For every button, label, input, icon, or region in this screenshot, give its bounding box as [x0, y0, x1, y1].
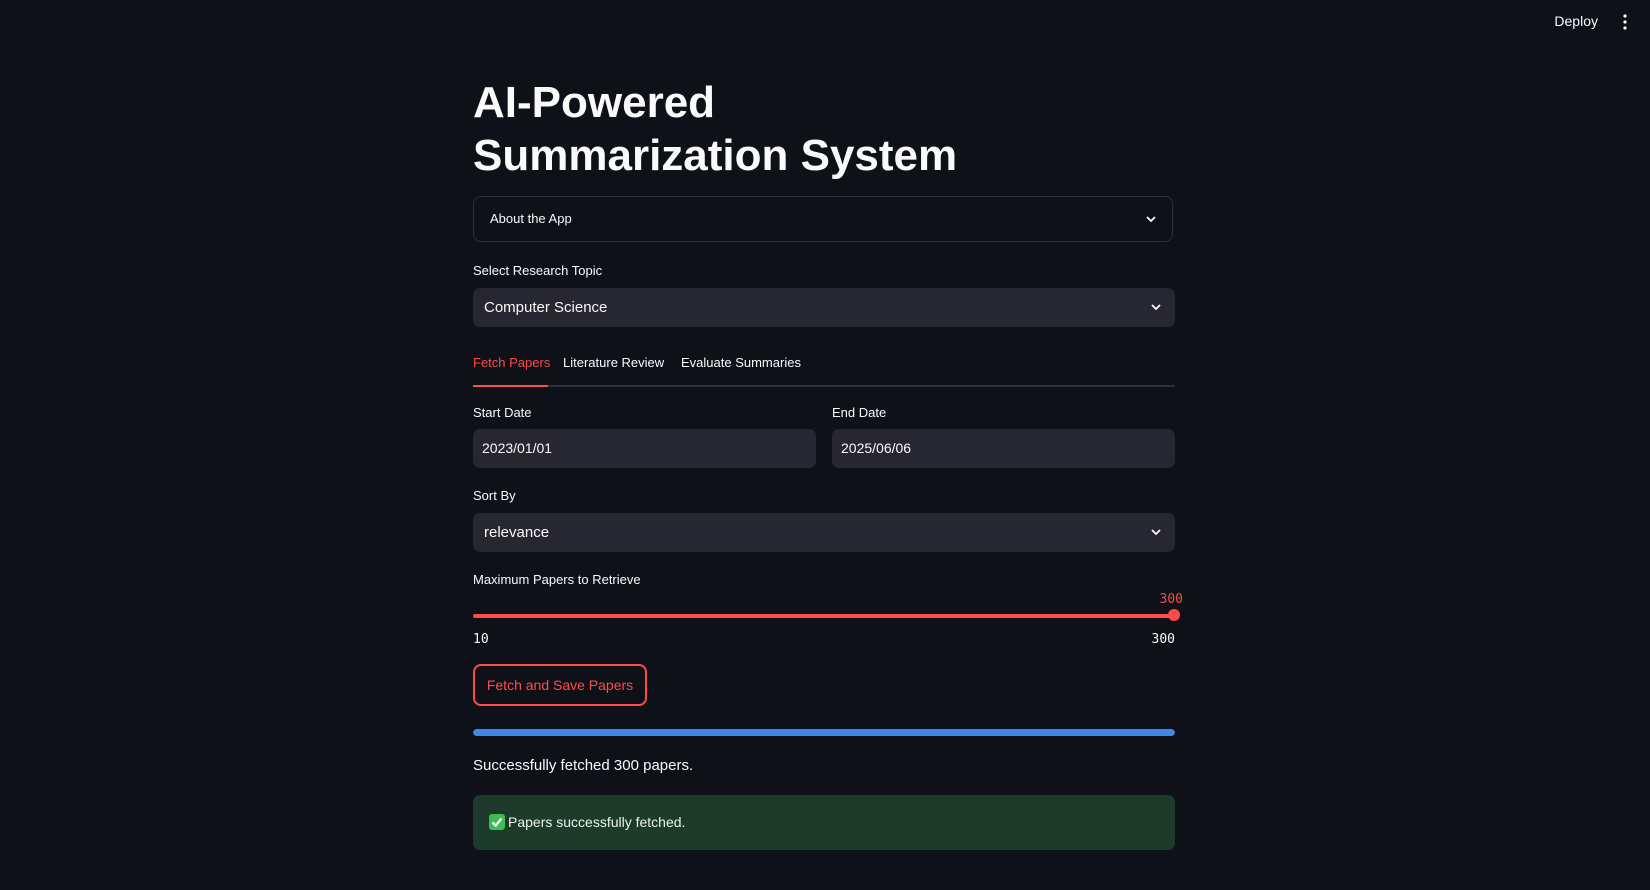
tab-evaluate-summaries[interactable]: Evaluate Summaries: [681, 355, 801, 370]
sort-by-select[interactable]: relevance: [473, 513, 1175, 552]
sort-by-value: relevance: [484, 524, 550, 541]
start-date-label: Start Date: [473, 405, 532, 420]
page-title: AI-Powered Summarization System: [473, 78, 958, 180]
slider-current-value: 300: [1159, 592, 1183, 607]
max-papers-slider-track[interactable]: [473, 614, 1175, 618]
tab-literature-review[interactable]: Literature Review: [563, 355, 664, 370]
start-date-value: 2023/01/01: [482, 440, 553, 456]
slider-min-label: 10: [473, 632, 489, 647]
deploy-button[interactable]: Deploy: [1554, 13, 1598, 29]
chevron-down-icon: [1151, 304, 1161, 311]
success-alert: Papers successfully fetched.: [473, 795, 1175, 850]
topic-select-value: Computer Science: [484, 299, 608, 316]
end-date-value: 2025/06/06: [841, 440, 912, 456]
end-date-label: End Date: [832, 405, 887, 420]
max-papers-label: Maximum Papers to Retrieve: [473, 572, 641, 587]
max-papers-slider-thumb[interactable]: [1168, 609, 1180, 621]
topic-label: Select Research Topic: [473, 263, 603, 278]
check-icon: [489, 814, 505, 830]
about-expander[interactable]: About the App: [473, 196, 1173, 242]
progress-bar: [473, 729, 1175, 736]
top-bar: Deploy: [0, 0, 1650, 46]
expander-label: About the App: [490, 211, 572, 226]
status-message: Successfully fetched 300 papers.: [473, 757, 694, 774]
more-vertical-icon[interactable]: [1622, 14, 1628, 30]
end-date-input[interactable]: 2025/06/06: [832, 429, 1175, 468]
tab-fetch-papers[interactable]: Fetch Papers: [473, 355, 550, 370]
fetch-and-save-button[interactable]: Fetch and Save Papers: [473, 664, 647, 706]
start-date-input[interactable]: 2023/01/01: [473, 429, 816, 468]
slider-max-label: 300: [1151, 632, 1175, 647]
chevron-down-icon: [1146, 216, 1156, 223]
chevron-down-icon: [1151, 529, 1161, 536]
progress-bar-fill: [473, 729, 1175, 736]
topic-select[interactable]: Computer Science: [473, 288, 1175, 327]
tab-bar: Fetch Papers Literature Review Evaluate …: [473, 352, 1175, 387]
success-alert-message: Papers successfully fetched.: [508, 814, 686, 830]
sort-by-label: Sort By: [473, 488, 516, 503]
active-tab-indicator: [473, 385, 548, 387]
